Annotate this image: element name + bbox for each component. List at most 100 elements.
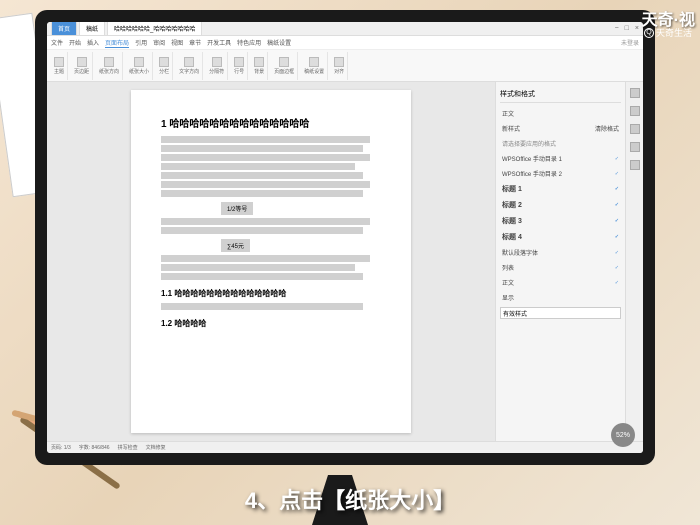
current-style: 正文 (500, 106, 621, 121)
menu-pagelayout[interactable]: 页面布局 (105, 38, 129, 48)
vtool-icon[interactable] (630, 124, 640, 134)
align-icon (334, 57, 344, 67)
style-actions: 新样式 清除格式 (500, 121, 621, 136)
titlebar: 首页 稿纸 哈哈哈哈哈哈_哈哈哈哈哈哈哈 − □ × (47, 22, 643, 36)
style-item[interactable]: WPSOffice 手动目录 2✓ (500, 166, 621, 181)
ribbon-border[interactable]: 页面边框 (271, 52, 298, 80)
heading-1[interactable]: 1 哈哈哈哈哈哈哈哈哈哈哈哈哈哈 (161, 115, 381, 130)
doc-fix[interactable]: 文档修复 (146, 444, 166, 451)
paragraph-line[interactable] (161, 227, 363, 234)
ribbon-bg[interactable]: 背景 (251, 52, 268, 80)
new-style-button[interactable]: 新样式 (502, 124, 520, 133)
ribbon-column[interactable]: 分栏 (156, 52, 173, 80)
vtool-icon[interactable] (630, 88, 640, 98)
styles-panel: 样式和格式 正文 新样式 清除格式 请选择要应用的格式 WPSOffice 手动… (495, 82, 625, 441)
monitor-frame: 首页 稿纸 哈哈哈哈哈哈_哈哈哈哈哈哈哈 − □ × 文件 开始 插入 页面布局… (35, 10, 655, 465)
paragraph-line[interactable] (161, 172, 363, 179)
orient-icon (104, 57, 114, 67)
paragraph-line[interactable] (161, 145, 363, 152)
word-count[interactable]: 字数: 846/846 (79, 444, 110, 451)
margin-icon (77, 57, 87, 67)
paragraph-line[interactable] (161, 190, 363, 197)
check-icon: ✓ (615, 250, 619, 256)
document-area[interactable]: 1 哈哈哈哈哈哈哈哈哈哈哈哈哈哈 1/2等号 ∑45元 1.1 哈哈哈哈哈哈 (47, 82, 495, 441)
paragraph-line[interactable] (161, 181, 370, 188)
watermark-sub: Q 天奇生活 (644, 26, 692, 39)
paragraph-line[interactable] (161, 273, 363, 280)
login-status[interactable]: 未登录 (621, 38, 639, 47)
style-heading2[interactable]: 标题 2✓ (500, 197, 621, 213)
menu-file[interactable]: 文件 (51, 38, 63, 47)
check-icon: ✓ (615, 186, 619, 192)
textdir-icon (184, 57, 194, 67)
menu-bar: 文件 开始 插入 页面布局 引用 审阅 视图 章节 开发工具 特色应用 稿纸设置… (47, 36, 643, 50)
border-icon (279, 57, 289, 67)
formula-2[interactable]: ∑45元 (221, 239, 250, 252)
style-list[interactable]: 列表✓ (500, 260, 621, 275)
instruction-caption: 4、点击【纸张大小】 (0, 483, 700, 515)
formula-1[interactable]: 1/2等号 (221, 202, 253, 215)
ribbon-papersrc[interactable]: 稿纸设置 (301, 52, 328, 80)
menu-special[interactable]: 特色应用 (237, 38, 261, 47)
menu-view[interactable]: 视图 (171, 38, 183, 47)
document-page[interactable]: 1 哈哈哈哈哈哈哈哈哈哈哈哈哈哈 1/2等号 ∑45元 1.1 哈哈哈哈哈哈 (131, 90, 411, 433)
ribbon: 主题 页边距 纸张方向 纸张大小 分栏 文字方向 分隔符 行号 背景 页面边框 … (47, 50, 643, 82)
show-filter-select[interactable] (500, 307, 621, 319)
ribbon-break[interactable]: 分隔符 (206, 52, 228, 80)
paragraph-line[interactable] (161, 163, 355, 170)
page-indicator[interactable]: 页码: 1/3 (51, 444, 71, 451)
zoom-indicator[interactable]: 52% (611, 423, 635, 447)
vtool-icon[interactable] (630, 106, 640, 116)
menu-insert[interactable]: 插入 (87, 38, 99, 47)
ribbon-textdir[interactable]: 文字方向 (176, 52, 203, 80)
maximize-icon[interactable]: □ (625, 25, 629, 32)
menu-draft[interactable]: 稿纸设置 (267, 38, 291, 47)
doc-tab-1[interactable]: 稿纸 (79, 22, 105, 36)
paragraph-line[interactable] (161, 255, 370, 262)
vtool-icon[interactable] (630, 142, 640, 152)
menu-dev[interactable]: 开发工具 (207, 38, 231, 47)
check-icon: ✓ (615, 156, 619, 162)
paragraph-line[interactable] (161, 303, 363, 310)
spell-check[interactable]: 拼写检查 (118, 444, 138, 451)
doc-tab-2[interactable]: 哈哈哈哈哈哈_哈哈哈哈哈哈哈 (107, 22, 202, 36)
ribbon-margin[interactable]: 页边距 (71, 52, 93, 80)
check-icon: ✓ (615, 280, 619, 286)
status-bar: 页码: 1/3 字数: 846/846 拼写检查 文档修复 (47, 441, 643, 453)
workspace: 1 哈哈哈哈哈哈哈哈哈哈哈哈哈哈 1/2等号 ∑45元 1.1 哈哈哈哈哈哈 (47, 82, 643, 441)
menu-review[interactable]: 审阅 (153, 38, 165, 47)
check-icon: ✓ (615, 265, 619, 271)
section-label: 请选择要应用的格式 (500, 136, 621, 151)
panel-title: 样式和格式 (500, 86, 621, 103)
paragraph-line[interactable] (161, 136, 370, 143)
ribbon-linenum[interactable]: 行号 (231, 52, 248, 80)
style-heading3[interactable]: 标题 3✓ (500, 213, 621, 229)
ribbon-align[interactable]: 对齐 (331, 52, 348, 80)
style-item[interactable]: WPSOffice 手动目录 1✓ (500, 151, 621, 166)
style-heading4[interactable]: 标题 4✓ (500, 229, 621, 245)
paragraph-line[interactable] (161, 264, 355, 271)
column-icon (159, 57, 169, 67)
menu-start[interactable]: 开始 (69, 38, 81, 47)
paragraph-line[interactable] (161, 154, 370, 161)
menu-ref[interactable]: 引用 (135, 38, 147, 47)
ribbon-orient[interactable]: 纸张方向 (96, 52, 123, 80)
check-icon: ✓ (615, 218, 619, 224)
papersrc-icon (309, 57, 319, 67)
ribbon-paper-size[interactable]: 纸张大小 (126, 52, 153, 80)
paper-size-icon (134, 57, 144, 67)
close-icon[interactable]: × (635, 25, 639, 32)
vtool-icon[interactable] (630, 160, 640, 170)
paragraph-line[interactable] (161, 218, 370, 225)
style-heading1[interactable]: 标题 1✓ (500, 181, 621, 197)
menu-chapter[interactable]: 章节 (189, 38, 201, 47)
clear-format-button[interactable]: 清除格式 (595, 124, 619, 133)
heading-1-2[interactable]: 1.2 哈哈哈哈 (161, 318, 381, 329)
style-normal[interactable]: 正文✓ (500, 275, 621, 290)
ribbon-theme[interactable]: 主题 (51, 52, 68, 80)
style-default-font[interactable]: 默认段落字体✓ (500, 245, 621, 260)
magnify-icon: Q (644, 28, 654, 38)
heading-1-1[interactable]: 1.1 哈哈哈哈哈哈哈哈哈哈哈哈哈哈 (161, 288, 381, 299)
minimize-icon[interactable]: − (615, 25, 619, 32)
home-tab[interactable]: 首页 (51, 22, 77, 36)
